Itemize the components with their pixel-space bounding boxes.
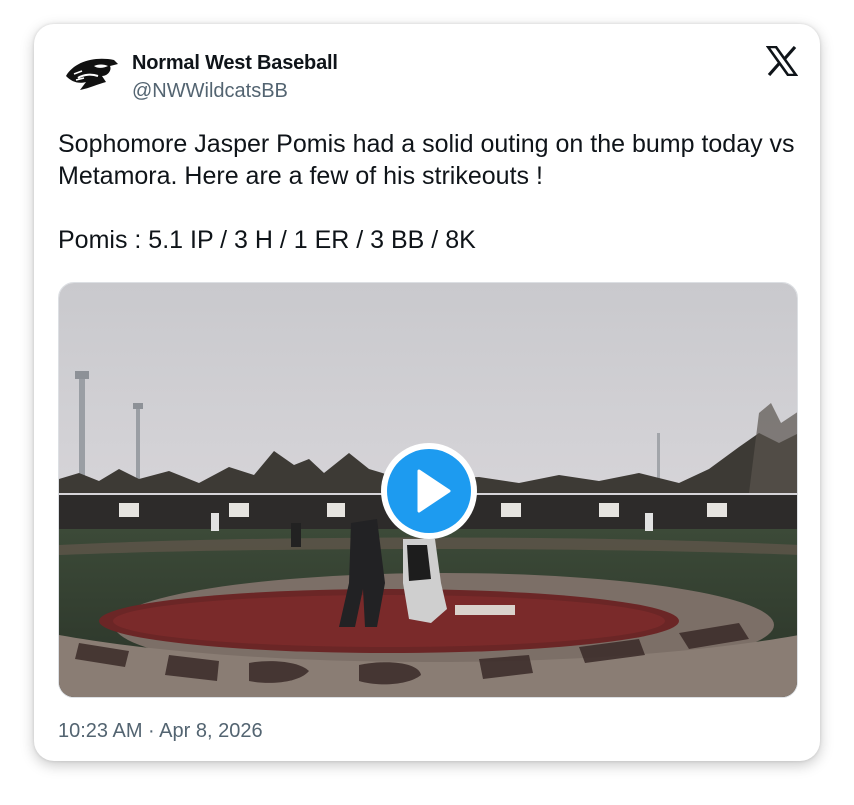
handle[interactable]: @NWWildcatsBB bbox=[132, 78, 338, 104]
tweet-header: Normal West Baseball @NWWildcatsBB bbox=[58, 46, 798, 106]
tweet-text: Sophomore Jasper Pomis had a solid outin… bbox=[58, 130, 795, 254]
video-player[interactable] bbox=[58, 282, 798, 698]
tweet-card: Normal West Baseball @NWWildcatsBB Sopho… bbox=[34, 24, 820, 761]
tweet-timestamp[interactable]: 10:23 AM · Apr 8, 2026 bbox=[58, 718, 263, 744]
account-names: Normal West Baseball @NWWildcatsBB bbox=[132, 50, 338, 104]
display-name[interactable]: Normal West Baseball bbox=[132, 50, 338, 76]
play-button[interactable] bbox=[381, 443, 477, 539]
x-logo-icon[interactable] bbox=[766, 46, 798, 76]
play-button-fill bbox=[387, 449, 471, 533]
play-icon bbox=[417, 469, 451, 513]
wildcat-logo-icon[interactable] bbox=[64, 54, 120, 94]
